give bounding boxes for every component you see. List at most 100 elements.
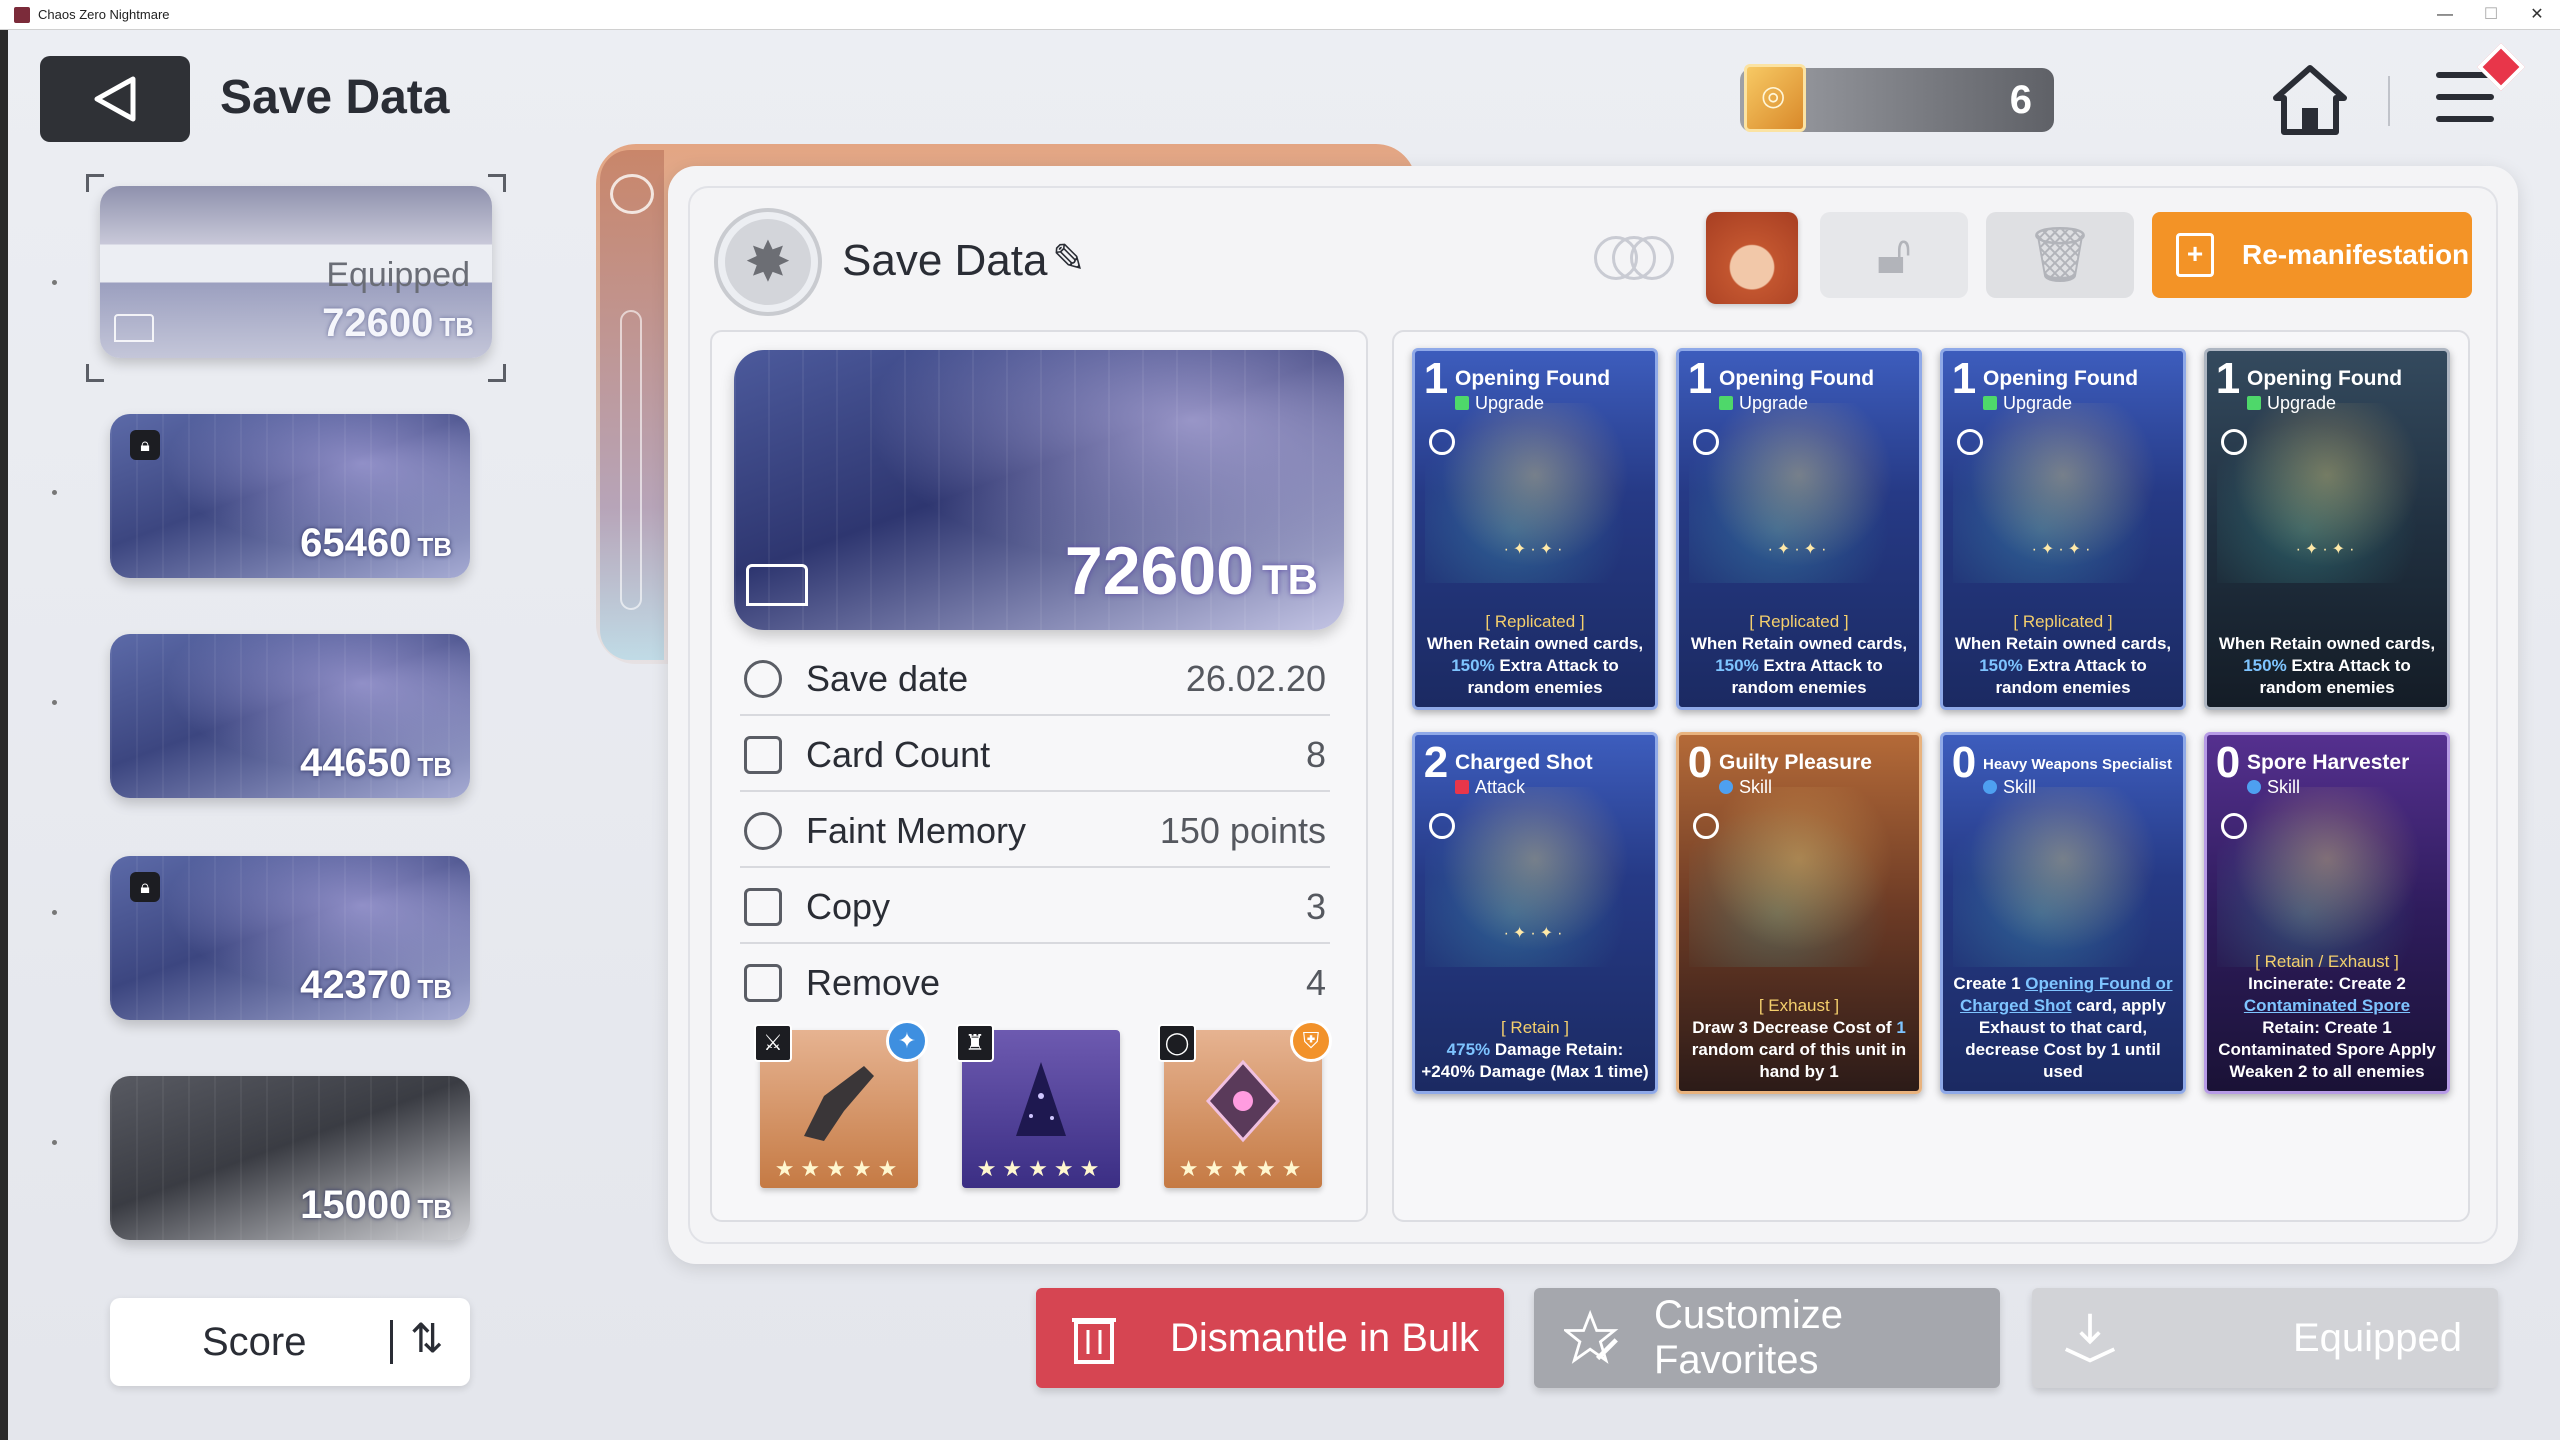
- menu-icon-bar: [2436, 94, 2494, 100]
- customize-favorites-button[interactable]: Customize Favorites: [1534, 1288, 2000, 1388]
- equipment-accessory[interactable]: ◯ ⛨ ★★★★★: [1158, 1020, 1332, 1188]
- card-type: Skill: [1983, 777, 2036, 798]
- card-charged-shot[interactable]: 2 Charged Shot Attack ·✦·✦· [ Retain ] 47…: [1412, 732, 1658, 1094]
- header-divider: [2388, 76, 2390, 126]
- target-icon: [2221, 429, 2247, 455]
- menu-icon-bar: [2436, 116, 2494, 122]
- deck-emblem[interactable]: ✸: [714, 208, 822, 316]
- card-opening-found-4[interactable]: 1 Opening Found Upgrade ·✦·✦· When Retai…: [2204, 348, 2450, 710]
- menu-button[interactable]: [2430, 42, 2540, 140]
- notification-badge: [2476, 42, 2526, 92]
- remanifestation-button[interactable]: + Re-manifestation: [2152, 212, 2472, 298]
- stat-value: 150 points: [1159, 810, 1326, 851]
- stat-value: 26.02.20: [1185, 658, 1326, 699]
- stat-faint-memory: Faint Memory 150 points: [740, 792, 1330, 868]
- card-opening-found-2[interactable]: 1 Opening Found Upgrade ·✦·✦· [ Replicat…: [1676, 348, 1922, 710]
- stat-copy: Copy 3: [740, 868, 1330, 944]
- crystal-icon: [1205, 1059, 1281, 1143]
- trash-icon: [1066, 1310, 1122, 1366]
- target-icon: [1429, 813, 1455, 839]
- lock-icon: 🔒︎: [130, 430, 160, 460]
- card-name: Spore Harvester: [2247, 751, 2410, 774]
- upgrade-icon: [2247, 396, 2261, 410]
- home-button[interactable]: [2270, 60, 2350, 140]
- dismantle-in-bulk-button[interactable]: Dismantle in Bulk: [1036, 1288, 1504, 1388]
- target-icon: [2221, 813, 2247, 839]
- attack-icon: [1455, 780, 1469, 794]
- stat-value: 8: [1305, 734, 1326, 775]
- card-name: Guilty Pleasure: [1719, 751, 1872, 774]
- close-button[interactable]: ✕: [2514, 0, 2560, 30]
- equipped-label: Equipped: [2292, 1315, 2462, 1360]
- sort-button[interactable]: Score ⇅: [110, 1298, 470, 1386]
- stat-value: 4: [1305, 962, 1326, 1003]
- slot-score: 65460 TB: [300, 521, 452, 565]
- deck-name: Save Data: [842, 236, 1048, 285]
- card-guilty-pleasure[interactable]: 0 Guilty Pleasure Skill [ Exhaust ] Draw …: [1676, 732, 1922, 1094]
- minimize-button[interactable]: —: [2422, 0, 2468, 30]
- tb-counter[interactable]: 6: [1740, 64, 2054, 132]
- scroll-indicator: [50, 280, 58, 1180]
- window-titlebar: Chaos Zero Nightmare — ☐ ✕: [0, 0, 2560, 30]
- card-name: Opening Found: [2247, 367, 2403, 390]
- gauntlet-icon: [804, 1066, 874, 1141]
- save-slot-1[interactable]: Equipped 72600 TB: [100, 186, 492, 358]
- selection-bracket: [86, 364, 104, 382]
- card-name: Opening Found: [1455, 367, 1611, 390]
- selection-bracket: [86, 174, 104, 192]
- card-cost: 2: [1423, 738, 1449, 787]
- dismantle-label: Dismantle in Bulk: [1170, 1315, 1480, 1360]
- card-icon: [744, 736, 782, 774]
- window-controls: — ☐ ✕: [2422, 0, 2560, 30]
- back-button[interactable]: [40, 56, 190, 142]
- equipped-button[interactable]: Equipped: [2032, 1288, 2498, 1388]
- stat-save-date: Save date 26.02.20: [740, 640, 1330, 716]
- brain-icon: [744, 812, 782, 850]
- card-art: [1689, 787, 1909, 967]
- equipped-label: Equipped: [326, 256, 470, 294]
- card-sparks: ·✦·✦·: [2295, 541, 2359, 558]
- ring-slot-icon: ◯: [1158, 1024, 1196, 1062]
- deck-score-card: 72600 TB: [734, 350, 1344, 630]
- slot-score: 15000 TB: [300, 1183, 452, 1227]
- upgrade-icon: [1455, 396, 1469, 410]
- remanifest-icon: +: [2176, 233, 2214, 277]
- card-sparks: ·✦·✦·: [1503, 541, 1567, 558]
- card-type: Upgrade: [1983, 393, 2072, 414]
- card-opening-found-3[interactable]: 1 Opening Found Upgrade ·✦·✦· [ Replicat…: [1940, 348, 2186, 710]
- item-stars: ★★★★★: [774, 1156, 904, 1181]
- delete-button[interactable]: 🗑︎: [1986, 212, 2134, 298]
- stat-remove: Remove 4: [740, 944, 1330, 1020]
- card-spore-harvester[interactable]: 0 Spore Harvester Skill [ Retain / Exhau…: [2204, 732, 2450, 1094]
- stat-card-count: Card Count 8: [740, 716, 1330, 792]
- save-slot-3[interactable]: 44650 TB: [110, 634, 470, 798]
- equipment-armor[interactable]: ♜ ★★★★★: [956, 1024, 1120, 1188]
- restore-button[interactable]: ☐: [2468, 0, 2514, 30]
- card-art: [1953, 787, 2173, 967]
- slot-score: 44650 TB: [300, 741, 452, 785]
- card-opening-found-1[interactable]: 1 Opening Found Upgrade ·✦·✦· [ Replicat…: [1412, 348, 1658, 710]
- save-slot-4[interactable]: 🔒︎ 42370 TB: [110, 856, 470, 1020]
- download-icon: [2062, 1310, 2118, 1366]
- selection-bracket: [488, 364, 506, 382]
- lock-icon: 🔒︎: [130, 872, 160, 902]
- target-icon: [1693, 813, 1719, 839]
- deck-score: 72600 TB: [1064, 533, 1318, 609]
- card-heavy-weapons-specialist[interactable]: 0 Heavy Weapons Specialist Skill Create …: [1940, 732, 2186, 1094]
- target-icon: [1429, 429, 1455, 455]
- slot-score: 42370 TB: [300, 963, 452, 1007]
- skill-icon: [1983, 780, 1997, 794]
- sort-divider: [390, 1320, 393, 1364]
- card-description: [ Replicated ] When Retain owned cards, 1…: [1426, 612, 1644, 697]
- selection-bracket: [488, 174, 506, 192]
- enhance-badge-icon: ✦: [886, 1020, 928, 1062]
- save-slot-2[interactable]: 🔒︎ 65460 TB: [110, 414, 470, 578]
- edit-name-icon[interactable]: ✎: [1052, 236, 1086, 282]
- lock-button[interactable]: 🔓︎: [1820, 212, 1968, 298]
- page-title: Save Data: [220, 71, 450, 124]
- star-badge-icon: ✸: [744, 230, 792, 293]
- save-slot-5[interactable]: 15000 TB: [110, 1076, 470, 1240]
- remanifestation-label: Re-manifestation: [2242, 239, 2470, 270]
- character-portrait[interactable]: [1706, 212, 1798, 304]
- equipment-weapon[interactable]: ⚔︎ ✦ ★★★★★: [754, 1020, 928, 1188]
